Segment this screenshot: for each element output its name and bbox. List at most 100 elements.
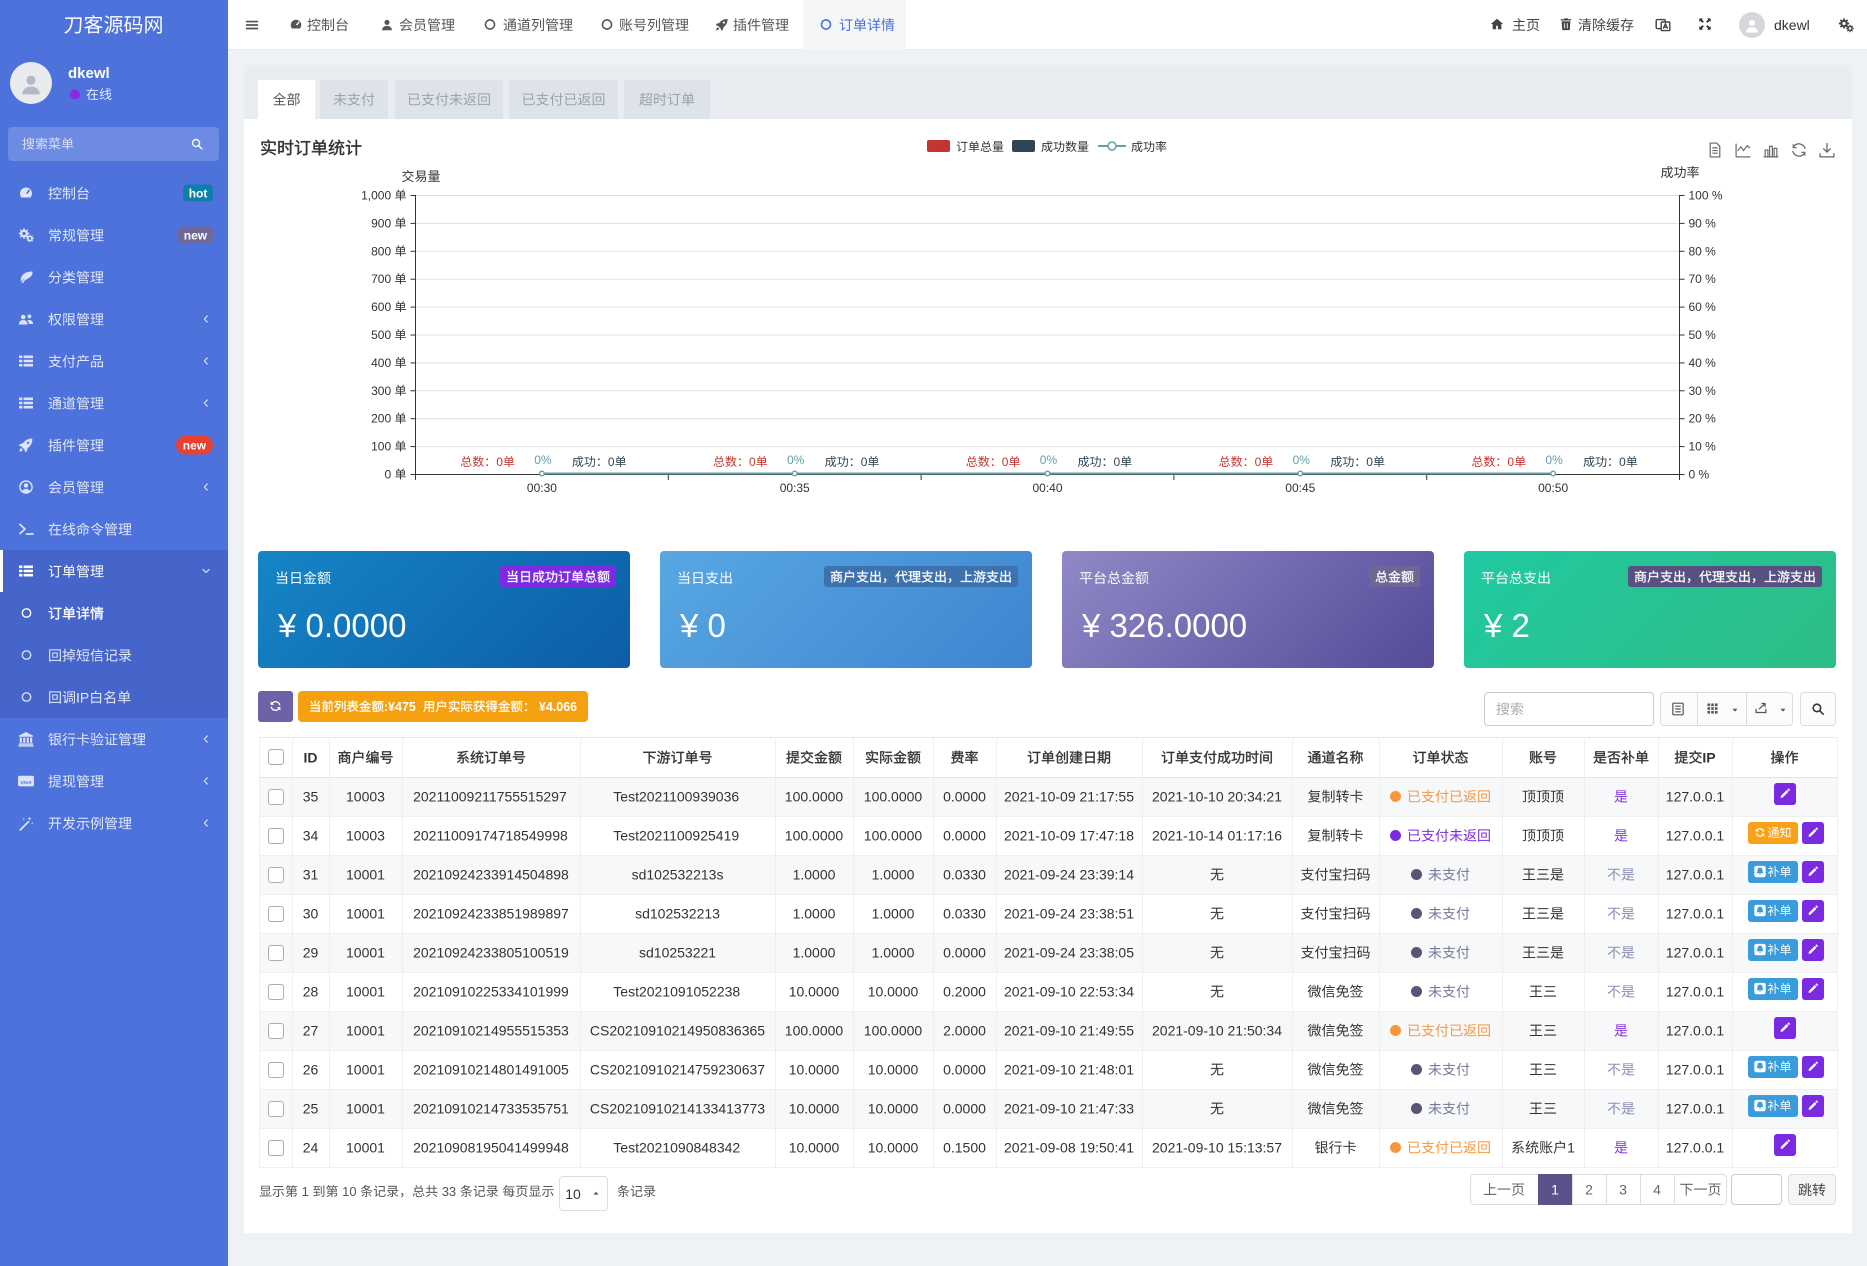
svg-text:1.0000: 1.0000 bbox=[872, 945, 915, 961]
svg-text:2021-10-09 17:47:18: 2021-10-09 17:47:18 bbox=[1004, 828, 1134, 844]
svg-text:2021-09-08 19:50:41: 2021-09-08 19:50:41 bbox=[1004, 1140, 1134, 1156]
svg-text:dkewl: dkewl bbox=[68, 65, 110, 82]
svg-text:1.0000: 1.0000 bbox=[872, 906, 915, 922]
svg-text:20211009211755515297: 20211009211755515297 bbox=[413, 789, 567, 805]
svg-text:500: 500 bbox=[371, 328, 394, 342]
svg-text:new: new bbox=[184, 229, 208, 243]
svg-text:0%: 0% bbox=[787, 453, 805, 467]
svg-text:sd10253221: sd10253221 bbox=[639, 945, 716, 961]
svg-text:0: 0 bbox=[1619, 455, 1626, 469]
svg-text:60 %: 60 % bbox=[1689, 300, 1717, 314]
svg-text:CS20210910214950836365: CS20210910214950836365 bbox=[590, 1023, 765, 1039]
svg-text:30: 30 bbox=[303, 906, 319, 922]
svg-text:10003: 10003 bbox=[346, 828, 385, 844]
svg-text:127.0.0.1: 127.0.0.1 bbox=[1666, 828, 1725, 844]
svg-text:100.0000: 100.0000 bbox=[864, 1023, 923, 1039]
svg-text:10001: 10001 bbox=[346, 1062, 385, 1078]
svg-text:127.0.0.1: 127.0.0.1 bbox=[1666, 867, 1725, 883]
svg-text:100.0000: 100.0000 bbox=[785, 828, 844, 844]
svg-text:100.0000: 100.0000 bbox=[785, 1023, 844, 1039]
svg-text:10.0000: 10.0000 bbox=[789, 1140, 840, 1156]
svg-text:0.2000: 0.2000 bbox=[943, 984, 986, 1000]
svg-text:2021-09-10 21:48:01: 2021-09-10 21:48:01 bbox=[1004, 1062, 1134, 1078]
svg-text:10.0000: 10.0000 bbox=[789, 1101, 840, 1117]
svg-text:1: 1 bbox=[1567, 1140, 1575, 1156]
svg-text:10001: 10001 bbox=[346, 984, 385, 1000]
svg-text:2021-09-24 23:39:14: 2021-09-24 23:39:14 bbox=[1004, 867, 1134, 883]
svg-text:127.0.0.1: 127.0.0.1 bbox=[1666, 1023, 1725, 1039]
svg-text:Test2021090848342: Test2021090848342 bbox=[613, 1140, 740, 1156]
svg-text:IP: IP bbox=[76, 690, 89, 706]
svg-text:24: 24 bbox=[303, 1140, 319, 1156]
svg-text:33: 33 bbox=[438, 1184, 460, 1199]
svg-text:00:40: 00:40 bbox=[1033, 481, 1063, 495]
svg-text:127.0.0.1: 127.0.0.1 bbox=[1666, 789, 1725, 805]
svg-text:10.0000: 10.0000 bbox=[868, 1101, 919, 1117]
svg-text:IP: IP bbox=[1702, 750, 1715, 766]
svg-text:10001: 10001 bbox=[346, 1023, 385, 1039]
svg-text:¥ 0: ¥ 0 bbox=[679, 607, 726, 644]
svg-text:29: 29 bbox=[303, 945, 319, 961]
svg-text:100.0000: 100.0000 bbox=[864, 789, 923, 805]
svg-text:10001: 10001 bbox=[346, 867, 385, 883]
svg-text:2: 2 bbox=[1585, 1182, 1593, 1198]
svg-text:00:30: 00:30 bbox=[527, 481, 557, 495]
svg-text:100.0000: 100.0000 bbox=[785, 789, 844, 805]
svg-text:0: 0 bbox=[608, 455, 615, 469]
svg-text:90 %: 90 % bbox=[1689, 216, 1717, 230]
svg-text:28: 28 bbox=[303, 984, 319, 1000]
svg-text:0: 0 bbox=[496, 455, 503, 469]
svg-text:10.0000: 10.0000 bbox=[868, 1140, 919, 1156]
svg-text:0: 0 bbox=[1366, 455, 1373, 469]
svg-text:2021-09-10 22:53:34: 2021-09-10 22:53:34 bbox=[1004, 984, 1134, 1000]
svg-text:30 %: 30 % bbox=[1689, 384, 1717, 398]
svg-text:1.0000: 1.0000 bbox=[793, 867, 836, 883]
svg-text:10.0000: 10.0000 bbox=[868, 1062, 919, 1078]
svg-text:10.0000: 10.0000 bbox=[789, 1062, 840, 1078]
svg-text:0.0000: 0.0000 bbox=[943, 1062, 986, 1078]
svg-text:1: 1 bbox=[1551, 1182, 1559, 1198]
svg-text:2021-10-10 20:34:21: 2021-10-10 20:34:21 bbox=[1152, 789, 1282, 805]
svg-text:800: 800 bbox=[371, 244, 394, 258]
svg-text:127.0.0.1: 127.0.0.1 bbox=[1666, 1062, 1725, 1078]
svg-text:10001: 10001 bbox=[346, 1101, 385, 1117]
svg-text:10001: 10001 bbox=[346, 906, 385, 922]
svg-text:Test2021091052238: Test2021091052238 bbox=[613, 984, 740, 1000]
svg-text:2021-09-10 21:49:55: 2021-09-10 21:49:55 bbox=[1004, 1023, 1134, 1039]
svg-text:0: 0 bbox=[1114, 455, 1121, 469]
svg-text:127.0.0.1: 127.0.0.1 bbox=[1666, 1101, 1725, 1117]
svg-text:20211009174718549998: 20211009174718549998 bbox=[413, 828, 568, 844]
svg-text:0.0000: 0.0000 bbox=[943, 789, 986, 805]
svg-text:Test2021100925419: Test2021100925419 bbox=[613, 828, 739, 844]
svg-text:1,000: 1,000 bbox=[361, 189, 394, 203]
svg-text:40 %: 40 % bbox=[1689, 356, 1717, 370]
svg-text:20210908195041499948: 20210908195041499948 bbox=[413, 1140, 569, 1156]
svg-text:2021-10-09 21:17:55: 2021-10-09 21:17:55 bbox=[1004, 789, 1134, 805]
svg-text:100 %: 100 % bbox=[1689, 189, 1723, 203]
svg-text:2021-09-10 21:47:33: 2021-09-10 21:47:33 bbox=[1004, 1101, 1134, 1117]
svg-text:10: 10 bbox=[565, 1186, 581, 1202]
svg-text:10001: 10001 bbox=[346, 945, 385, 961]
svg-text:2021-09-10 21:50:34: 2021-09-10 21:50:34 bbox=[1152, 1023, 1282, 1039]
svg-text:0: 0 bbox=[385, 468, 395, 482]
svg-text:20210910214801491005: 20210910214801491005 bbox=[413, 1062, 569, 1078]
svg-text:127.0.0.1: 127.0.0.1 bbox=[1666, 1140, 1725, 1156]
svg-text:127.0.0.1: 127.0.0.1 bbox=[1666, 945, 1725, 961]
svg-text:0%: 0% bbox=[1040, 453, 1058, 467]
svg-text:10.0000: 10.0000 bbox=[789, 984, 840, 1000]
svg-text:0%: 0% bbox=[534, 453, 552, 467]
svg-text:0.0000: 0.0000 bbox=[943, 828, 986, 844]
svg-text:0: 0 bbox=[1255, 455, 1262, 469]
svg-text:0: 0 bbox=[1507, 455, 1514, 469]
svg-text:1.0000: 1.0000 bbox=[793, 945, 836, 961]
svg-text:20210910225334101999: 20210910225334101999 bbox=[413, 984, 569, 1000]
svg-text:80 %: 80 % bbox=[1689, 244, 1717, 258]
svg-text:sd102532213s: sd102532213s bbox=[632, 867, 724, 883]
svg-text:1.0000: 1.0000 bbox=[793, 906, 836, 922]
svg-text:127.0.0.1: 127.0.0.1 bbox=[1666, 906, 1725, 922]
svg-text:300: 300 bbox=[371, 384, 394, 398]
svg-text:25: 25 bbox=[303, 1101, 319, 1117]
svg-text:10.0000: 10.0000 bbox=[868, 984, 919, 1000]
svg-text:100.0000: 100.0000 bbox=[864, 828, 923, 844]
svg-text:0 %: 0 % bbox=[1689, 468, 1710, 482]
